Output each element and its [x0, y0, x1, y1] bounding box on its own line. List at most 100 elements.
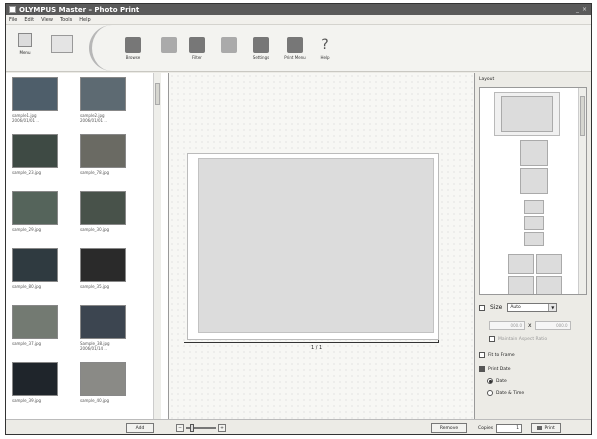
paper-preview [187, 153, 439, 340]
copies-spinner[interactable]: 1 [496, 423, 523, 433]
correction-icon [221, 37, 237, 53]
scrollbar-thumb[interactable] [155, 83, 160, 105]
layout-option-2up[interactable] [520, 140, 548, 166]
layout-cell [536, 254, 562, 274]
scrollbar-thumb[interactable] [580, 96, 585, 136]
thumbnail-caption: sample_78.jpg [80, 170, 110, 175]
layout-option-3up[interactable] [524, 200, 544, 214]
thumbnail-image [12, 77, 58, 111]
thumbnail-item[interactable]: sample_80.jpg [12, 248, 62, 305]
layout-option-4up[interactable] [508, 254, 534, 274]
thumbnail-item[interactable]: sample_29.jpg [12, 191, 62, 248]
size-select-value: Auto [510, 305, 521, 310]
layout-scrollbar[interactable] [578, 88, 586, 294]
zoom-slider[interactable] [186, 424, 216, 432]
rotate-button[interactable] [154, 37, 184, 55]
thumbnail-image [80, 191, 126, 225]
browse-label: Browse [125, 55, 141, 60]
help-button[interactable]: ? Help [310, 37, 340, 60]
menu-view[interactable]: View [41, 17, 53, 23]
size-select[interactable]: Auto ▼ [507, 303, 558, 312]
thumbnail-item[interactable]: sample_35.jpg [80, 248, 130, 305]
thumbnail-date: 2006/01/14 .. [80, 346, 107, 351]
thumbnail-caption: sample_23.jpg [12, 170, 42, 175]
thumbnail-date: 2006/01/01 .. [12, 118, 39, 123]
dimension-separator: x [528, 322, 532, 329]
thumbnail-scrollbar[interactable] [153, 73, 161, 419]
print-menu-button[interactable]: Print Menu [280, 37, 310, 60]
print-button[interactable]: Print [531, 423, 562, 433]
thumbnail-item[interactable]: sample_23.jpg [12, 134, 62, 191]
thumbnail-caption: sample_35.jpg [80, 284, 110, 289]
date-time-radio-option[interactable]: Date & Time [487, 390, 524, 396]
size-checkbox[interactable] [479, 304, 485, 311]
thumbnail-image [80, 248, 126, 282]
thumbnail-item[interactable]: sample_39.jpg [12, 362, 62, 419]
thumbnail-pane: sample1.jpg 2006/01/01 .. sample2.jpg 2006/… [6, 73, 169, 419]
date-radio[interactable] [487, 378, 493, 384]
thumbnail-item[interactable]: sample2.jpg 2006/01/01 .. [80, 77, 130, 134]
fit-to-frame-checkbox[interactable] [479, 352, 485, 358]
date-time-radio-label: Date & Time [496, 390, 525, 396]
app-icon [9, 6, 16, 13]
date-radio-option[interactable]: Date [487, 378, 507, 384]
browse-icon [125, 37, 141, 53]
menu-file[interactable]: File [9, 17, 17, 23]
date-time-radio[interactable] [487, 390, 493, 396]
thumbnail-item[interactable]: sample_40.jpg [80, 362, 130, 419]
layout-option-1up[interactable] [494, 92, 560, 136]
thumbnail-image [12, 248, 58, 282]
maintain-aspect-option[interactable]: Maintain Aspect Ratio [489, 336, 547, 342]
toolbar: Menu Browse Filter Settings Print Menu ?… [6, 25, 591, 72]
fit-to-frame-option[interactable]: Fit to Frame [479, 352, 515, 358]
copies-row: Copies 1 Print [478, 423, 562, 433]
menu-help[interactable]: Help [79, 17, 90, 23]
print-image-area[interactable] [198, 158, 434, 333]
zoom-slider-thumb[interactable] [190, 424, 194, 432]
maintain-aspect-label: Maintain Aspect Ratio [498, 336, 548, 342]
add-button[interactable]: Add [126, 423, 154, 433]
thumbnail-item[interactable]: sample_30.jpg [80, 191, 130, 248]
zoom-out-button[interactable]: − [176, 424, 184, 432]
browse-button[interactable]: Browse [118, 37, 148, 60]
print-date-option[interactable]: Print Date [479, 366, 511, 372]
thumbnail-item[interactable]: sample_37.jpg [12, 305, 62, 362]
print-preview-area: 1 / 1 [169, 73, 474, 419]
print-menu-icon [287, 37, 303, 53]
copies-value: 1 [516, 425, 520, 431]
menu-button[interactable]: Menu [12, 33, 38, 63]
thumbnail-image [12, 134, 58, 168]
thumbnail-item[interactable]: sample_78.jpg [80, 134, 130, 191]
thumbnail-item[interactable]: Sample_38.jpg 2006/01/14 .. [80, 305, 130, 362]
print-menu-label: Print Menu [284, 55, 306, 60]
back-button[interactable] [51, 35, 73, 53]
thumbnail-item[interactable]: sample1.jpg 2006/01/01 .. [12, 77, 62, 134]
menu-tools[interactable]: Tools [60, 17, 72, 23]
remove-button[interactable]: Remove [431, 423, 467, 433]
layout-cell [501, 96, 553, 132]
width-field[interactable]: 000.0 [489, 321, 525, 330]
app-window: OLYMPUS Master – Photo Print _ × File Ed… [5, 3, 592, 435]
fit-to-frame-label: Fit to Frame [488, 352, 515, 358]
thumbnail-caption: sample_80.jpg [12, 284, 42, 289]
print-date-checkbox[interactable] [479, 366, 485, 372]
filter-label: Filter [192, 55, 202, 60]
filter-button[interactable]: Filter [182, 37, 212, 60]
settings-button[interactable]: Settings [246, 37, 276, 60]
chevron-down-icon: ▼ [548, 304, 557, 311]
correction-button[interactable] [214, 37, 244, 55]
minimize-icon[interactable]: _ [576, 6, 579, 13]
height-field[interactable]: 000.0 [534, 321, 571, 330]
thumbnail-image [80, 362, 126, 396]
layout-label: Layout [479, 77, 495, 82]
zoom-in-button[interactable]: + [218, 424, 226, 432]
help-icon: ? [321, 37, 329, 53]
title-bar: OLYMPUS Master – Photo Print _ × [6, 4, 591, 15]
menu-edit[interactable]: Edit [24, 17, 34, 23]
thumbnail-date: 2006/01/01 .. [80, 118, 107, 123]
layout-cell [524, 216, 544, 230]
maintain-aspect-checkbox[interactable] [489, 336, 495, 342]
layout-cell [524, 232, 544, 246]
thumbnail-image [12, 362, 58, 396]
close-icon[interactable]: × [582, 6, 587, 13]
